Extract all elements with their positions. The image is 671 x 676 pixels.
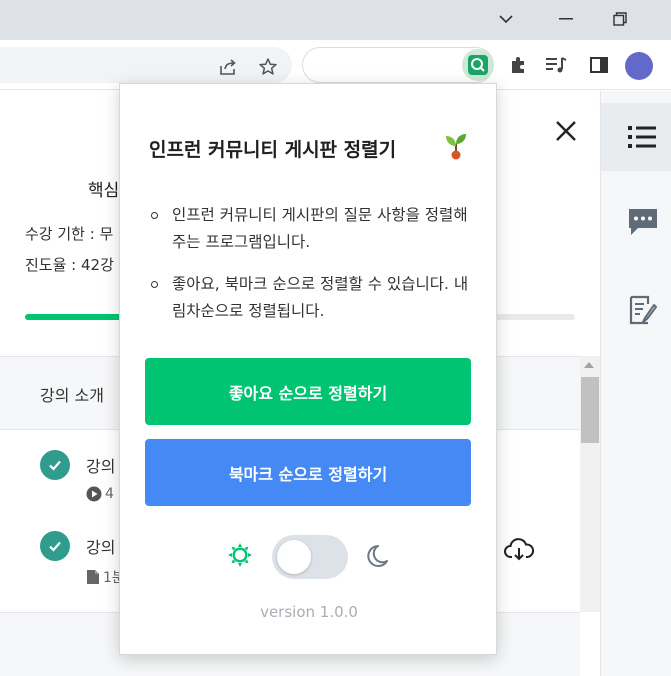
theme-toggle-knob [277, 540, 311, 574]
completed-check-icon [40, 450, 70, 480]
popup-title: 인프런 커뮤니티 게시판 정렬기 [149, 139, 397, 161]
profile-avatar[interactable] [625, 52, 653, 80]
scroll-thumb[interactable] [581, 377, 599, 443]
moon-icon [364, 543, 390, 569]
sort-by-likes-button[interactable]: 좋아요 순으로 정렬하기 [145, 358, 471, 425]
section-title: 강의 소개 [40, 386, 104, 405]
minimize-icon[interactable] [552, 8, 580, 30]
lesson-duration: 4 [105, 486, 114, 502]
share-icon[interactable] [217, 56, 239, 78]
address-bar[interactable] [0, 47, 292, 83]
sun-icon [227, 542, 253, 568]
course-progress-text: 진도율 : 42강 [25, 256, 114, 274]
side-panel-icon[interactable] [587, 53, 611, 77]
close-icon[interactable] [553, 118, 579, 144]
popup-bullet: 좋아요, 북마크 순으로 정렬할 수 있습니다. 내림차순으로 정렬됩니다. [148, 271, 470, 325]
browser-titlebar [0, 0, 671, 40]
course-title: 핵심 [88, 181, 120, 201]
download-cloud-icon[interactable] [504, 537, 534, 563]
course-period: 수강 기한 : 무 [25, 225, 114, 243]
lesson-title[interactable]: 강의 [86, 453, 115, 477]
puzzle-icon[interactable] [506, 53, 530, 77]
scroll-up-arrow[interactable] [584, 362, 594, 368]
sort-by-bookmarks-button[interactable]: 북마크 순으로 정렬하기 [145, 439, 471, 506]
curriculum-list-icon[interactable] [626, 120, 660, 154]
reading-list-icon[interactable] [544, 53, 568, 77]
popup-description-list: 인프런 커뮤니티 게시판의 질문 사항을 정렬해주는 프로그램입니다. 좋아요,… [148, 202, 470, 340]
theme-toggle[interactable] [272, 535, 348, 579]
extension-popup: 인프런 커뮤니티 게시판 정렬기 인프런 커뮤니티 게시판의 질문 사항을 정렬… [119, 83, 497, 655]
restore-icon[interactable] [606, 8, 634, 30]
chevron-down-icon[interactable] [492, 8, 520, 30]
side-rail [600, 91, 671, 676]
completed-check-icon [40, 531, 70, 561]
star-icon[interactable] [257, 56, 279, 78]
version-label: version 1.0.0 [260, 603, 358, 621]
lesson-meta: 4 [86, 486, 114, 502]
note-edit-icon[interactable] [626, 293, 660, 327]
sprout-icon [444, 132, 468, 160]
play-icon [86, 486, 102, 502]
document-icon [87, 570, 99, 584]
popup-bullet: 인프런 커뮤니티 게시판의 질문 사항을 정렬해주는 프로그램입니다. [148, 202, 470, 256]
chat-icon[interactable] [626, 205, 660, 239]
extension-sort-icon[interactable] [462, 49, 494, 81]
lesson-title[interactable]: 강의 [86, 534, 115, 558]
